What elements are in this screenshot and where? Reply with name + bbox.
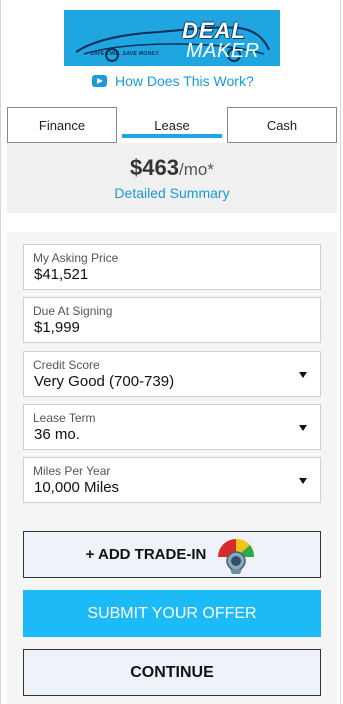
miles-per-year-value: 10,000 Miles xyxy=(34,479,120,496)
due-at-signing-field[interactable]: Due At Signing $1,999 xyxy=(23,297,321,343)
continue-button[interactable]: CONTINUE xyxy=(23,649,321,696)
add-trade-in-button[interactable]: + ADD TRADE-IN xyxy=(23,531,321,578)
miles-per-year-select[interactable]: Miles Per Year 10,000 Miles xyxy=(23,457,321,503)
tab-finance-label: Finance xyxy=(38,117,86,133)
miles-per-year-label: Miles Per Year xyxy=(33,464,111,478)
tab-cash-label: Cash xyxy=(266,117,298,133)
submit-offer-button[interactable]: SUBMIT YOUR OFFER xyxy=(23,590,321,637)
monthly-price: $463 xyxy=(130,155,179,180)
deal-maker-logo: DEAL MAKER SAVE TIME. SAVE MONEY. xyxy=(64,10,280,66)
tab-cash[interactable]: Cash xyxy=(227,107,337,143)
logo-tagline: SAVE TIME. SAVE MONEY. xyxy=(90,51,160,57)
lease-term-value: 36 mo. xyxy=(34,426,80,443)
tab-finance[interactable]: Finance xyxy=(7,107,117,143)
how-does-this-work-link[interactable]: How Does This Work? xyxy=(92,72,254,90)
chevron-down-icon xyxy=(299,372,307,378)
play-icon xyxy=(92,75,107,87)
active-tab-underline xyxy=(122,134,222,138)
logo-word-maker: MAKER xyxy=(186,40,260,62)
monthly-payment: $463/mo* xyxy=(7,155,337,181)
tab-lease[interactable]: Lease xyxy=(122,107,222,143)
credit-score-label: Credit Score xyxy=(33,358,100,372)
detailed-summary-link[interactable]: Detailed Summary xyxy=(7,185,337,201)
per-month-label: /mo* xyxy=(178,160,214,179)
asking-price-field[interactable]: My Asking Price $41,521 xyxy=(23,244,321,290)
add-trade-in-content: + ADD TRADE-IN xyxy=(86,535,259,575)
asking-price-value: $41,521 xyxy=(34,266,89,283)
payment-summary: $463/mo* Detailed Summary xyxy=(7,143,337,213)
lease-term-select[interactable]: Lease Term 36 mo. xyxy=(23,404,321,450)
credit-score-select[interactable]: Credit Score Very Good (700-739) xyxy=(23,351,321,397)
lease-term-label: Lease Term xyxy=(33,411,96,425)
chevron-down-icon xyxy=(299,425,307,431)
tab-lease-label: Lease xyxy=(154,117,190,133)
how-link-label: How Does This Work? xyxy=(115,73,254,89)
due-at-signing-value: $1,999 xyxy=(34,319,80,336)
chevron-down-icon xyxy=(299,478,307,484)
asking-price-label: My Asking Price xyxy=(33,251,119,265)
trade-in-gauge-icon xyxy=(218,538,255,574)
due-at-signing-label: Due At Signing xyxy=(33,304,113,318)
credit-score-value: Very Good (700-739) xyxy=(34,373,175,390)
add-trade-in-label: + ADD TRADE-IN xyxy=(85,546,207,563)
